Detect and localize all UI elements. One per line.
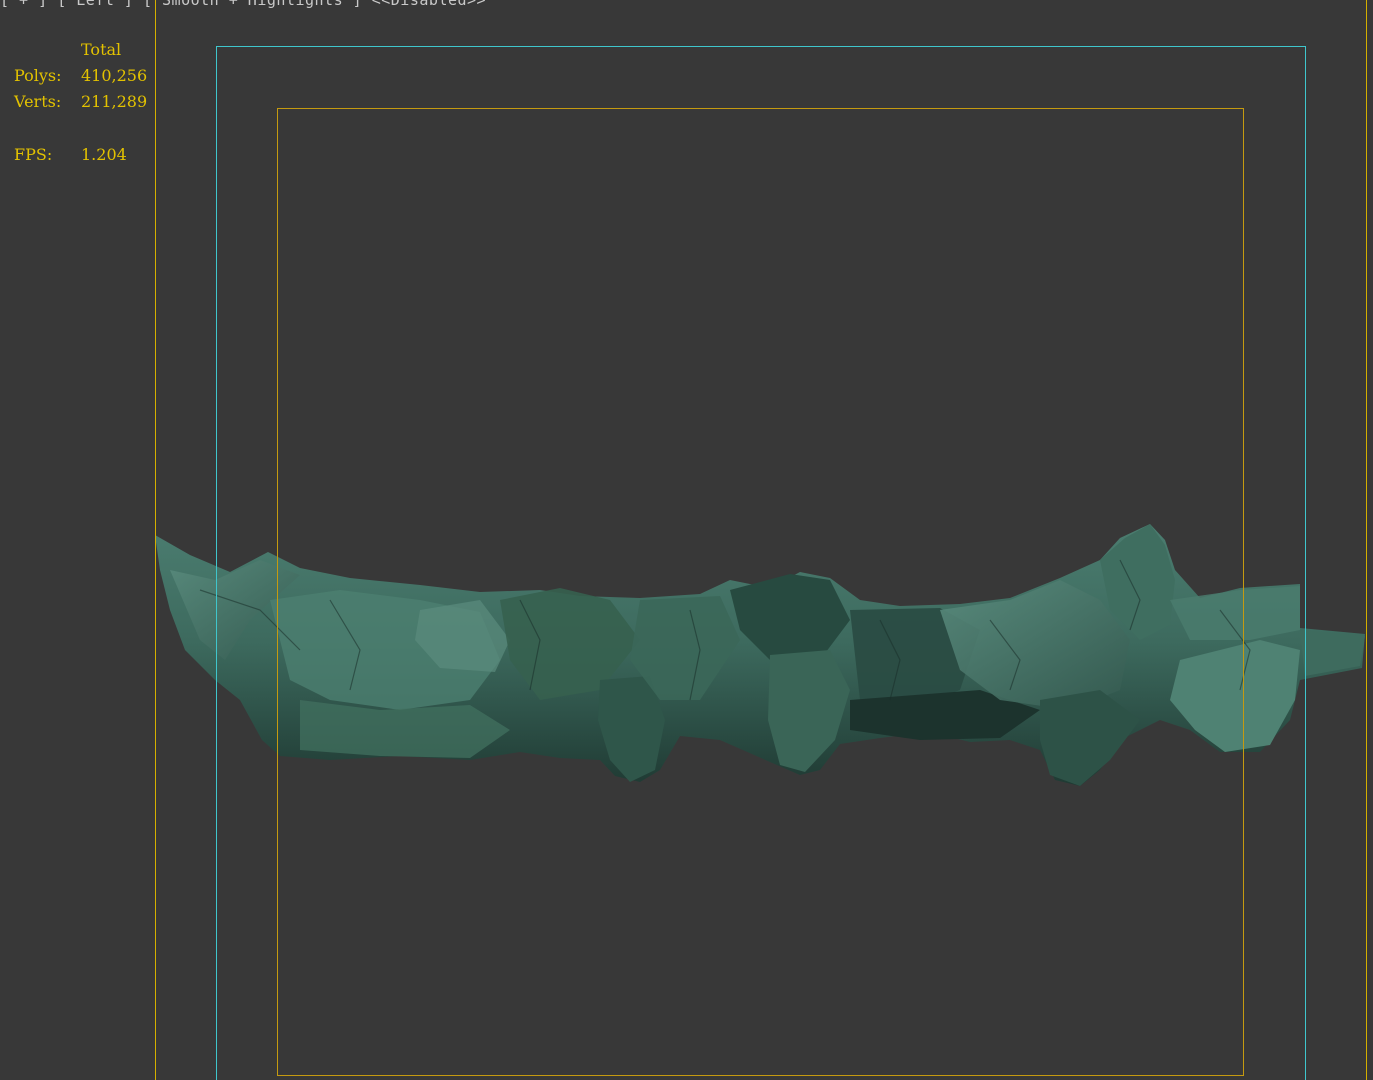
viewport-left[interactable]: [ + ] [ Left ] [ Smooth + Highlights ] <…: [0, 0, 1373, 1080]
rock-mesh-body: [155, 524, 1365, 786]
rock-cliff-mesh[interactable]: [0, 0, 1373, 1080]
